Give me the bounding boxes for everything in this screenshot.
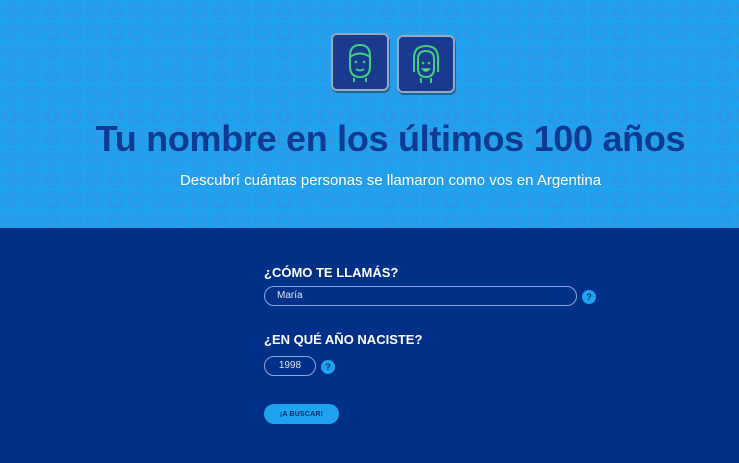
year-input[interactable]: 1998 <box>264 356 316 376</box>
page-title: Tu nombre en los últimos 100 años <box>95 118 686 159</box>
year-label: ¿EN QUÉ AÑO NACISTE? <box>264 332 423 347</box>
page-subtitle: Descubrí cuántas personas se llamaron co… <box>179 172 602 189</box>
logo-icons <box>331 33 455 93</box>
year-help-icon[interactable]: ? <box>321 360 335 374</box>
name-input[interactable]: María <box>264 286 577 306</box>
search-form: ¿CÓMO TE LLAMÁS? María ? ¿EN QUÉ AÑO NAC… <box>0 228 739 463</box>
female-face-icon <box>397 35 455 93</box>
name-label: ¿CÓMO TE LLAMÁS? <box>264 265 399 280</box>
search-button[interactable]: ¡A BUSCAR! <box>264 404 339 424</box>
hero-section: Tu nombre en los últimos 100 años Descub… <box>0 0 739 228</box>
male-face-icon <box>331 33 389 91</box>
name-help-icon[interactable]: ? <box>582 290 596 304</box>
